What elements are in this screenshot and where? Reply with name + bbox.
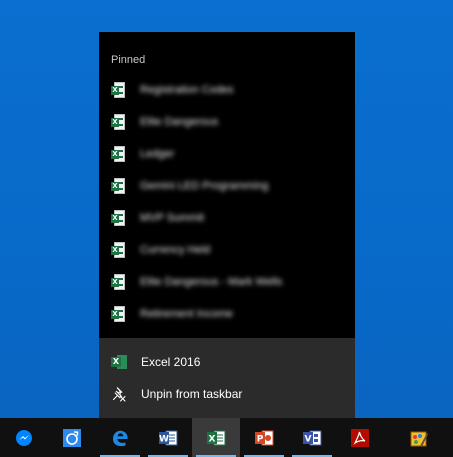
taskbar-paint-button[interactable] xyxy=(384,418,453,457)
pinned-item[interactable]: X MVP Summit xyxy=(99,202,355,234)
taskbar-edge-button[interactable] xyxy=(96,418,144,457)
excel-icon: X xyxy=(207,430,226,445)
excel-file-icon: X xyxy=(111,114,125,130)
pinned-item[interactable]: X Elite Dangerous xyxy=(99,106,355,138)
excel-file-icon: X xyxy=(111,82,125,98)
cortana-icon xyxy=(63,428,81,447)
svg-text:V: V xyxy=(305,434,312,444)
taskbar-powerpoint-button[interactable]: P xyxy=(240,418,288,457)
pinned-item-label: Retirement Income xyxy=(140,308,233,320)
excel-file-icon: X xyxy=(111,242,125,258)
pinned-item-label: Elite Dangerous xyxy=(140,116,219,128)
unpin-icon xyxy=(112,387,126,402)
svg-text:W: W xyxy=(159,434,169,444)
excel-file-icon: X xyxy=(111,210,125,226)
pinned-item[interactable]: X Ledger xyxy=(99,138,355,170)
taskbar-acrobat-button[interactable] xyxy=(336,418,384,457)
pinned-item-label: Elite Dangerous - Mark Wells xyxy=(140,276,283,288)
pinned-item[interactable]: X Currency Held xyxy=(99,234,355,266)
svg-text:P: P xyxy=(257,434,264,444)
unpin-from-taskbar-label: Unpin from taskbar xyxy=(141,387,243,401)
taskbar: W X P V xyxy=(0,418,453,457)
excel-file-icon: X xyxy=(111,274,125,290)
edge-icon xyxy=(113,430,128,446)
pinned-item[interactable]: X Retirement Income xyxy=(99,298,355,330)
jump-list: Pinned X Registration Codes X Elite Dang… xyxy=(99,32,355,418)
paint-icon xyxy=(410,431,428,447)
taskbar-cortana-button[interactable] xyxy=(48,418,96,457)
excel-file-icon: X xyxy=(111,306,125,322)
pinned-list: X Registration Codes X Elite Dangerous X… xyxy=(99,74,355,330)
open-excel-label: Excel 2016 xyxy=(141,355,201,369)
word-icon: W xyxy=(159,430,178,445)
taskbar-messenger-button[interactable] xyxy=(0,418,48,457)
open-excel-button[interactable]: X Excel 2016 xyxy=(99,346,355,378)
pinned-item[interactable]: X Elite Dangerous - Mark Wells xyxy=(99,266,355,298)
excel-icon: X xyxy=(111,354,127,370)
pinned-section-label: Pinned xyxy=(111,54,146,66)
pinned-item-label: MVP Summit xyxy=(140,212,204,224)
pinned-item-label: Ledger xyxy=(140,148,175,160)
pinned-item-label: Gemini LED Programming xyxy=(140,180,269,192)
excel-file-icon: X xyxy=(111,178,125,194)
taskbar-excel-button[interactable]: X xyxy=(192,418,240,457)
pinned-item[interactable]: X Registration Codes xyxy=(99,74,355,106)
visio-icon: V xyxy=(303,430,322,445)
pinned-item-label: Registration Codes xyxy=(140,84,234,96)
powerpoint-icon: P xyxy=(255,430,274,445)
pinned-item-label: Currency Held xyxy=(140,244,211,256)
jump-list-actions: X Excel 2016 Unpin from taskbar xyxy=(99,338,355,418)
svg-text:X: X xyxy=(209,434,216,444)
unpin-from-taskbar-button[interactable]: Unpin from taskbar xyxy=(99,378,355,410)
taskbar-word-button[interactable]: W xyxy=(144,418,192,457)
acrobat-icon xyxy=(351,428,369,447)
messenger-icon xyxy=(16,429,32,446)
taskbar-visio-button[interactable]: V xyxy=(288,418,336,457)
pinned-item[interactable]: X Gemini LED Programming xyxy=(99,170,355,202)
excel-file-icon: X xyxy=(111,146,125,162)
